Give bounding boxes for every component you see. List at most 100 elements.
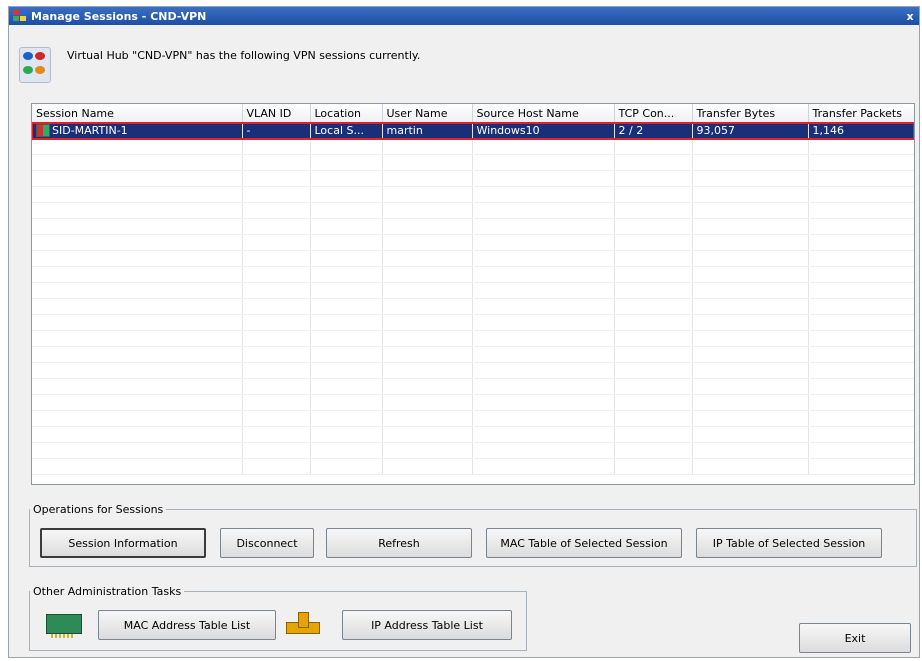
empty-cell xyxy=(472,170,615,187)
empty-row xyxy=(32,186,914,203)
empty-cell xyxy=(808,170,914,187)
refresh-button[interactable]: Refresh xyxy=(326,528,472,558)
empty-cell xyxy=(692,282,809,299)
mac-address-table-list-button[interactable]: MAC Address Table List xyxy=(98,610,276,640)
empty-cell xyxy=(310,330,383,347)
virtual-hub-icon xyxy=(19,47,51,83)
empty-cell xyxy=(310,218,383,235)
empty-cell xyxy=(382,154,473,171)
empty-cell xyxy=(310,138,383,155)
empty-cell xyxy=(614,426,693,443)
ip-table-selected-button[interactable]: IP Table of Selected Session xyxy=(696,528,882,558)
empty-cell xyxy=(310,410,383,427)
session-information-button[interactable]: Session Information xyxy=(40,528,206,558)
empty-cell xyxy=(808,394,914,411)
empty-cell xyxy=(614,330,693,347)
column-header[interactable]: Transfer Packets xyxy=(808,104,914,123)
empty-cell xyxy=(472,330,615,347)
empty-cell xyxy=(614,154,693,171)
empty-cell xyxy=(32,218,243,235)
empty-cell xyxy=(472,410,615,427)
empty-cell xyxy=(382,362,473,379)
empty-cell xyxy=(310,186,383,203)
empty-row xyxy=(32,170,914,187)
empty-cell xyxy=(382,138,473,155)
column-header[interactable]: User Name xyxy=(382,104,473,123)
sessions-table[interactable]: Session Name VLAN ID Location User Name … xyxy=(31,103,915,485)
column-header[interactable]: Source Host Name xyxy=(472,104,615,123)
empty-row xyxy=(32,282,914,299)
empty-cell xyxy=(242,170,311,187)
empty-cell xyxy=(242,138,311,155)
empty-cell xyxy=(310,266,383,283)
empty-cell xyxy=(310,442,383,459)
empty-cell xyxy=(472,266,615,283)
cell-transfer-packets: 1,146 xyxy=(808,122,914,139)
empty-row xyxy=(32,138,914,155)
empty-cell xyxy=(310,298,383,315)
empty-row xyxy=(32,442,914,459)
empty-cell xyxy=(382,202,473,219)
empty-cell xyxy=(614,266,693,283)
column-header[interactable]: Session Name xyxy=(32,104,243,123)
empty-cell xyxy=(472,314,615,331)
column-header[interactable]: VLAN ID xyxy=(242,104,311,123)
empty-cell xyxy=(808,314,914,331)
header: Virtual Hub "CND-VPN" has the following … xyxy=(19,33,899,93)
exit-button[interactable]: Exit xyxy=(799,623,911,653)
empty-cell xyxy=(310,346,383,363)
empty-cell xyxy=(382,250,473,267)
empty-cell xyxy=(32,410,243,427)
empty-cell xyxy=(472,234,615,251)
empty-cell xyxy=(310,250,383,267)
empty-cell xyxy=(242,218,311,235)
empty-cell xyxy=(242,250,311,267)
ip-address-table-list-button[interactable]: IP Address Table List xyxy=(342,610,512,640)
empty-row xyxy=(32,234,914,251)
empty-cell xyxy=(32,266,243,283)
empty-cell xyxy=(32,234,243,251)
empty-row xyxy=(32,266,914,283)
empty-cell xyxy=(692,202,809,219)
empty-row xyxy=(32,298,914,315)
close-icon[interactable]: x xyxy=(901,10,919,23)
empty-cell xyxy=(32,154,243,171)
column-header[interactable]: TCP Con... xyxy=(614,104,693,123)
empty-cell xyxy=(310,234,383,251)
manage-sessions-window: Manage Sessions - CND-VPN x Virtual Hub … xyxy=(8,6,920,658)
table-row[interactable]: SID-MARTIN-1 - Local S... martin Windows… xyxy=(32,121,914,140)
empty-cell xyxy=(808,426,914,443)
operations-legend: Operations for Sessions xyxy=(33,503,164,516)
column-header[interactable]: Transfer Bytes xyxy=(692,104,809,123)
mac-table-selected-button[interactable]: MAC Table of Selected Session xyxy=(486,528,682,558)
admin-group: Other Administration Tasks MAC Address T… xyxy=(29,585,527,651)
empty-cell xyxy=(692,266,809,283)
empty-cell xyxy=(692,346,809,363)
title-bar[interactable]: Manage Sessions - CND-VPN x xyxy=(9,7,919,25)
empty-cell xyxy=(242,362,311,379)
empty-cell xyxy=(692,426,809,443)
empty-cell xyxy=(32,250,243,267)
empty-cell xyxy=(32,442,243,459)
empty-cell xyxy=(808,218,914,235)
empty-cell xyxy=(692,138,809,155)
empty-cell xyxy=(692,154,809,171)
empty-cell xyxy=(692,458,809,475)
empty-cell xyxy=(692,378,809,395)
empty-cell xyxy=(808,266,914,283)
empty-cell xyxy=(472,394,615,411)
empty-cell xyxy=(242,298,311,315)
empty-cell xyxy=(614,186,693,203)
empty-cell xyxy=(808,458,914,475)
empty-cell xyxy=(310,314,383,331)
empty-cell xyxy=(32,298,243,315)
disconnect-button[interactable]: Disconnect xyxy=(220,528,314,558)
column-header[interactable]: Location xyxy=(310,104,383,123)
empty-cell xyxy=(382,266,473,283)
empty-cell xyxy=(808,330,914,347)
empty-cell xyxy=(242,314,311,331)
empty-cell xyxy=(242,234,311,251)
empty-cell xyxy=(382,170,473,187)
empty-cell xyxy=(472,186,615,203)
empty-row xyxy=(32,202,914,219)
